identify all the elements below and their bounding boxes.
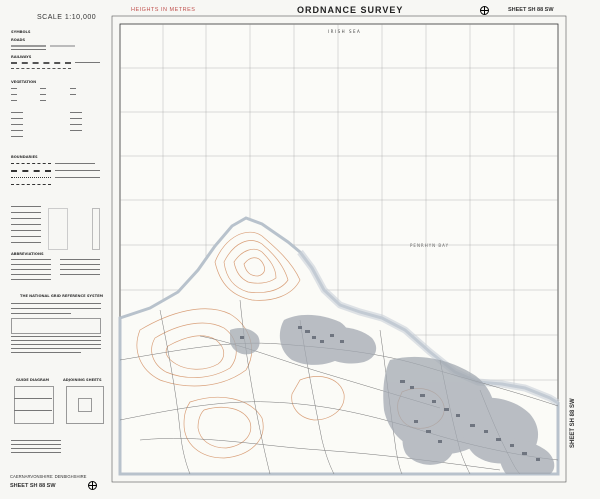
map-area[interactable]: IRISH SEA PENRHYN BAY bbox=[0, 0, 600, 499]
sea-label: IRISH SEA bbox=[328, 29, 361, 34]
bay-label: PENRHYN BAY bbox=[410, 243, 449, 248]
